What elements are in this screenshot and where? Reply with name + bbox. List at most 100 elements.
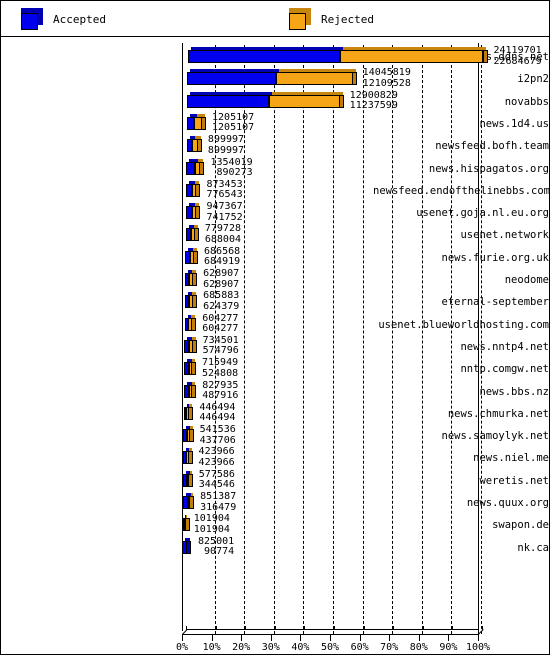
stacked-bar: [182, 537, 194, 555]
stacked-bar: [182, 492, 196, 510]
bar-end-cap: [185, 518, 191, 532]
rejected-bar-segment: [268, 94, 340, 108]
x-axis-label: 0%: [175, 642, 189, 653]
bar-end-cap: [189, 496, 195, 509]
bar-end-cap: [187, 451, 193, 465]
rejected-value: 741752: [206, 211, 243, 223]
bar-end-cap: [188, 406, 194, 420]
bar-value-labels: 1354019 890273: [210, 157, 253, 179]
category-label: novabbs: [504, 95, 549, 108]
stacked-bar: [185, 247, 200, 265]
category-label: eternal-september: [441, 296, 549, 309]
x-axis-label: 80%: [409, 642, 428, 653]
bar-end-cap: [201, 116, 207, 130]
category-label: nntp.comgw.net: [460, 363, 549, 376]
stacked-bar: [183, 403, 196, 421]
category-label: news.hispagatos.org: [428, 162, 549, 175]
x-axis-label: 60%: [350, 642, 369, 653]
x-tick-back-40pct: [304, 626, 306, 630]
bar-value-labels: 779728 688004: [205, 224, 241, 245]
bar-end-cap: [199, 161, 205, 175]
plot-area: retrobbs.ddns.net 24119701 22684679 i2pn2 14…: [1, 38, 549, 654]
stacked-bar: [182, 470, 195, 488]
bar-row: news.quux.org 851387 316479: [1, 491, 549, 514]
value-axis-labels: 0% 10% 20% 30% 40% 50% 60% 70% 80% 90% 100%: [1, 642, 549, 654]
bar-value-labels: 446494 446494: [199, 402, 235, 424]
bar-value-labels: 685883 624379: [203, 291, 239, 312]
x-tick-back-10pct: [215, 626, 217, 630]
x-tick-back-30pct: [274, 626, 276, 630]
rejected-value: 899997: [207, 144, 245, 156]
category-label: neodome: [504, 274, 549, 286]
x-tick-back-20pct: [245, 626, 247, 630]
rejected-value: 604277: [202, 323, 239, 335]
bar-end-cap: [195, 206, 201, 220]
legend-label-accepted: Accepted: [53, 12, 106, 26]
accepted-bar-segment: [187, 50, 341, 63]
bar-row: usenet.goja.nl.eu.org 947367 741752: [1, 202, 549, 224]
rejected-value: 101904: [193, 523, 230, 535]
bar-row: nntp.comgw.net 715949 524808: [1, 358, 549, 380]
bar-end-cap: [193, 250, 199, 264]
stacked-bar: [184, 358, 198, 376]
bar-row: news.furie.org.uk 686568 684919: [1, 246, 549, 269]
rejected-value: 11237599: [349, 100, 398, 112]
bar-value-labels: 827935 487916: [202, 380, 239, 402]
stacked-bar: [186, 180, 202, 198]
x-tick-60pct: [359, 634, 361, 641]
bar-value-labels: 604277 604277: [202, 313, 239, 335]
accepted-cube-icon: [21, 8, 43, 30]
x-axis-label: 30%: [261, 642, 280, 653]
category-label: news.chmurka.net: [447, 407, 549, 420]
stacked-bar: [184, 314, 199, 332]
x-axis-label: 50%: [320, 642, 340, 653]
rejected-value: 890273: [216, 167, 253, 178]
bar-end-cap: [482, 50, 488, 63]
stacked-bar: [185, 224, 201, 242]
legend-item-rejected: Rejected: [289, 1, 374, 37]
bar-value-labels: 873453 776543: [207, 179, 243, 201]
stacked-bar: [183, 425, 195, 443]
rejected-bar-segment: [340, 50, 484, 63]
rejected-cube-icon: [289, 8, 311, 30]
category-label: weretis.net: [479, 474, 549, 487]
bar-value-labels: 423966 423966: [199, 447, 235, 468]
category-label: newsfeed.bofh.team: [435, 140, 549, 153]
accepted-value: 628907: [203, 268, 240, 279]
category-label: usenet.goja.nl.eu.org: [416, 207, 549, 220]
rejected-value: 1205107: [212, 122, 255, 134]
bar-end-cap: [187, 473, 193, 487]
rejected-value: 684919: [204, 256, 241, 268]
x-tick-back-90pct: [452, 626, 454, 630]
bar-value-labels: 101904 101904: [194, 514, 230, 535]
x-tick-90pct: [448, 634, 450, 641]
accepted-bar-segment: [187, 94, 269, 108]
bar-row: swapon.de 101904 101904: [1, 514, 549, 536]
bar-row: news.nntp4.net 734501 574796: [1, 335, 549, 358]
rejected-value: 487916: [202, 390, 239, 401]
bar-row: newsfeed.bofh.team 899997 899997: [1, 135, 549, 157]
chart-page: Accepted Rejected retrobbs.ddns.net 24119…: [0, 0, 550, 655]
category-label: news.nntp4.net: [460, 340, 549, 353]
bar-value-labels: 686568 684919: [204, 246, 241, 268]
bar-end-cap: [338, 94, 344, 108]
x-tick-10pct: [211, 634, 213, 641]
bar-value-labels: 825001 90774: [198, 536, 235, 558]
rejected-value: 628907: [203, 278, 240, 290]
rejected-value: 22684679: [493, 55, 542, 67]
x-tick-70pct: [389, 634, 391, 641]
bar-end-cap: [190, 362, 196, 376]
bar-end-cap: [191, 317, 197, 331]
rejected-value: 624379: [203, 300, 240, 312]
stacked-bar: [186, 135, 204, 153]
stacked-bar: [187, 46, 490, 64]
bar-value-labels: 1205107 1205107: [212, 112, 255, 134]
rejected-value: 344546: [198, 479, 235, 491]
bar-row: news.samoylyk.net 541536 437706: [1, 425, 549, 447]
bar-end-cap: [195, 183, 201, 197]
bar-value-labels: 899997 899997: [208, 135, 244, 156]
x-tick-back-80pct: [422, 626, 424, 630]
x-axis-label: 90%: [439, 642, 458, 653]
rejected-bar-segment: [276, 72, 353, 86]
rejected-value: 90774: [204, 546, 235, 558]
